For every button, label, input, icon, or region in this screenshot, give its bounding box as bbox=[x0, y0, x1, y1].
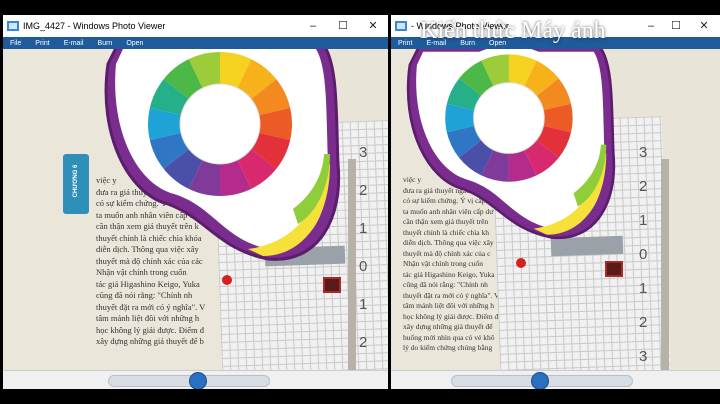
grid-number: 1 bbox=[359, 220, 368, 237]
grid-number: 0 bbox=[359, 258, 368, 275]
photo-viewer-window-right: - Windows Photo Viewer – ☐ ✕ Print E-mai… bbox=[391, 15, 720, 389]
color-wheel-image bbox=[104, 49, 341, 261]
grid-number: 2 bbox=[359, 182, 368, 199]
photo-viewer-icon bbox=[7, 21, 19, 31]
photo-viewer-window-left: IMG_4427 - Windows Photo Viewer – ☐ ✕ Fi… bbox=[3, 15, 388, 389]
page-text-line: tâm mảnh liệt đôi với những h bbox=[96, 313, 200, 323]
menu-burn[interactable]: Burn bbox=[91, 40, 120, 47]
red-clip bbox=[605, 261, 623, 277]
grid-number: 0 bbox=[639, 246, 648, 263]
grid-number: 3 bbox=[639, 144, 648, 161]
photo-canvas: CHƯƠNG 6 việc yđưa ra giả thuyết ngẫu nh… bbox=[3, 49, 388, 371]
minimize-button[interactable]: – bbox=[298, 15, 328, 37]
grid-number: 2 bbox=[359, 334, 368, 351]
page-text-line: học không lý giải được. Điểm đ bbox=[403, 311, 499, 321]
page-text-line: tác giả Higashino Keigo, Yuka bbox=[96, 278, 200, 289]
page-text-line: xây dựng những giả thuyết để b bbox=[96, 336, 204, 346]
slideshow-button[interactable] bbox=[189, 372, 207, 389]
page-text-line: cũng đã nói rằng: "Chính nh bbox=[96, 290, 193, 300]
page-text-line: lý do kiểm chứng chúng bằng bbox=[403, 343, 493, 352]
red-marker-dot bbox=[516, 258, 526, 268]
menu-email[interactable]: E-mail bbox=[57, 40, 91, 47]
viewer-toolbar bbox=[391, 370, 720, 389]
red-marker-dot bbox=[222, 275, 232, 285]
color-wheel-image bbox=[406, 49, 616, 239]
chapter-label: CHƯƠNG 6 bbox=[73, 164, 79, 198]
stand-post bbox=[661, 159, 669, 371]
window-title: IMG_4427 - Windows Photo Viewer bbox=[23, 21, 166, 31]
page-text-line: xây dựng những giả thuyết để bbox=[403, 322, 493, 331]
menu-bar: File Print E-mail Burn Open bbox=[3, 37, 388, 49]
grid-number: 1 bbox=[359, 296, 368, 313]
page-text-line: thuyết đặt ra mới có ý nghĩa". V bbox=[96, 301, 206, 312]
chapter-tab: CHƯƠNG 6 bbox=[63, 154, 89, 214]
slideshow-button[interactable] bbox=[531, 372, 549, 389]
menu-open[interactable]: Open bbox=[119, 40, 150, 47]
close-button[interactable]: ✕ bbox=[689, 15, 719, 37]
grid-number: 1 bbox=[639, 212, 648, 229]
grid-number: 3 bbox=[359, 144, 368, 161]
grid-number: 2 bbox=[639, 314, 648, 331]
page-text-line: Nhận vật chính trong cuốn bbox=[403, 259, 483, 268]
page-text-line: tác giả Higashino Keigo, Yuka bbox=[403, 269, 495, 279]
menu-print[interactable]: Print bbox=[391, 40, 419, 47]
maximize-button[interactable]: ☐ bbox=[661, 15, 691, 37]
menu-file[interactable]: File bbox=[3, 40, 28, 47]
close-button[interactable]: ✕ bbox=[358, 15, 388, 37]
title-bar[interactable]: IMG_4427 - Windows Photo Viewer – ☐ ✕ bbox=[3, 15, 388, 37]
page-text-line: thuyết đặt ra mới có ý nghĩa". V bbox=[403, 290, 500, 300]
grid-number: 3 bbox=[639, 348, 648, 365]
watermark-text: Kiến thức Máy ảnh bbox=[420, 18, 606, 44]
viewer-toolbar bbox=[3, 370, 388, 389]
page-text-line: cũng đã nói rằng: "Chính nh bbox=[403, 280, 488, 289]
photo-canvas: việc y đưa ra giả thuyết ngẫu nhiên, đo có… bbox=[391, 49, 720, 371]
red-clip bbox=[323, 277, 341, 293]
grid-number: 1 bbox=[639, 280, 648, 297]
page-text-line: học không lý giải được. Điểm đ bbox=[96, 324, 205, 335]
grid-number: 2 bbox=[639, 178, 648, 195]
menu-print[interactable]: Print bbox=[28, 40, 56, 47]
photo-viewer-icon bbox=[395, 21, 407, 31]
maximize-button[interactable]: ☐ bbox=[328, 15, 358, 37]
page-text-line: huống mới nhìn qua có vẻ khô bbox=[403, 332, 495, 342]
page-text-line: tâm mảnh liệt đôi với những h bbox=[403, 301, 494, 310]
